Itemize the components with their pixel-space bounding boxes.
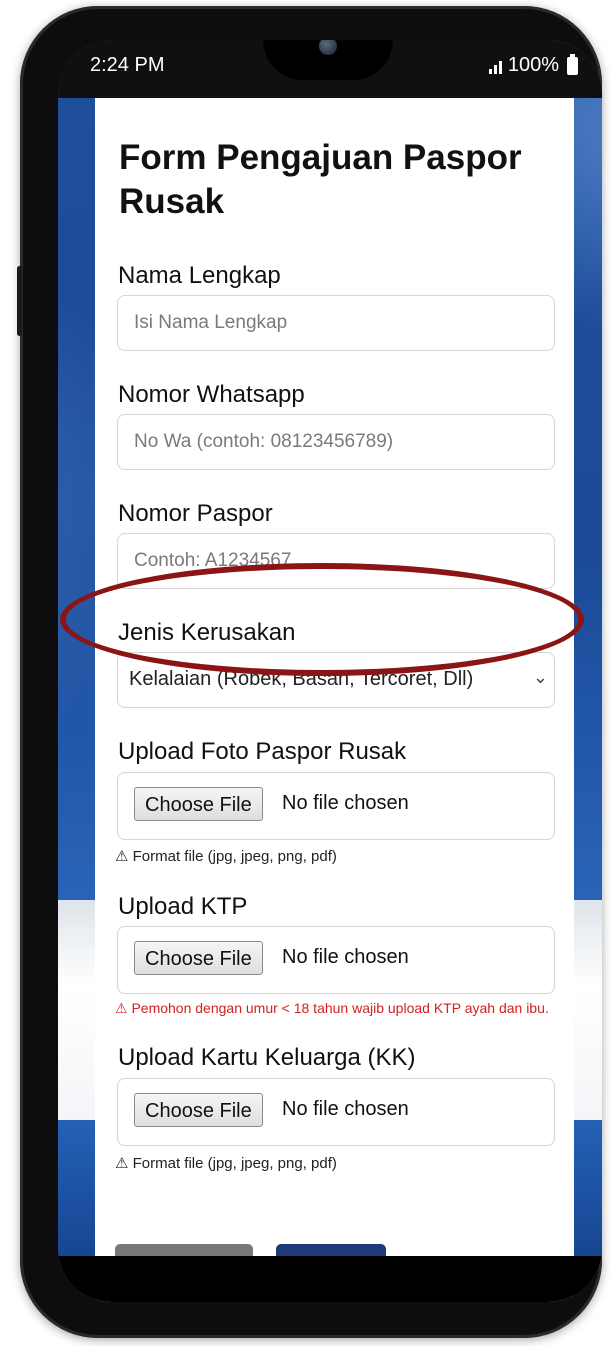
battery-icon	[567, 53, 578, 75]
nomor-paspor-placeholder: Contoh: A1234567	[134, 550, 292, 571]
battery-percentage: 100%	[507, 54, 559, 76]
chevron-down-icon: ⌄	[532, 667, 548, 687]
navigation-bar	[58, 1256, 602, 1302]
file-status: No file chosen	[282, 1098, 409, 1120]
choose-file-button[interactable]: Choose File	[134, 1093, 263, 1127]
format-hint: ⚠ Format file (jpg, jpeg, png, pdf)	[115, 848, 337, 865]
nomor-paspor-label: Nomor Paspor	[118, 500, 273, 527]
status-indicators: 100%	[488, 53, 578, 77]
jenis-kerusakan-selected: Kelalaian (Robek, Basah, Tercoret, Dll)	[129, 668, 474, 690]
nama-lengkap-placeholder: Isi Nama Lengkap	[134, 312, 288, 333]
upload-kk-field: Choose File No file chosen	[117, 1078, 555, 1146]
signal-bars-icon	[488, 58, 502, 74]
form-card: Form Pengajuan Paspor Rusak Nama Lengkap…	[95, 98, 574, 1302]
phone-screen: 2:24 PM 100% Form Pengajuan Paspor Rusak…	[58, 40, 602, 1302]
file-status: No file chosen	[282, 792, 409, 814]
nomor-paspor-input[interactable]: Contoh: A1234567	[117, 533, 555, 589]
ktp-warning: ⚠ Pemohon dengan umur < 18 tahun wajib u…	[115, 1000, 549, 1016]
format-hint: ⚠ Format file (jpg, jpeg, png, pdf)	[115, 1155, 337, 1172]
upload-ktp-label: Upload KTP	[118, 893, 248, 920]
status-bar: 2:24 PM 100%	[58, 40, 602, 98]
upload-foto-paspor-label: Upload Foto Paspor Rusak	[118, 738, 407, 765]
choose-file-button[interactable]: Choose File	[134, 941, 263, 975]
nomor-whatsapp-placeholder: No Wa (contoh: 08123456789)	[134, 431, 394, 452]
nomor-whatsapp-input[interactable]: No Wa (contoh: 08123456789)	[117, 414, 555, 470]
jenis-kerusakan-select[interactable]: Kelalaian (Robek, Basah, Tercoret, Dll) …	[117, 652, 555, 708]
phone-side-button	[17, 266, 22, 336]
upload-ktp-field: Choose File No file chosen	[117, 926, 555, 994]
jenis-kerusakan-label: Jenis Kerusakan	[118, 619, 296, 646]
nama-lengkap-label: Nama Lengkap	[118, 262, 281, 289]
page-title: Form Pengajuan Paspor Rusak	[119, 138, 522, 221]
upload-foto-paspor-field: Choose File No file chosen	[117, 772, 555, 840]
status-time: 2:24 PM	[90, 54, 165, 76]
choose-file-button[interactable]: Choose File	[134, 787, 263, 821]
upload-kk-label: Upload Kartu Keluarga (KK)	[118, 1044, 416, 1071]
nomor-whatsapp-label: Nomor Whatsapp	[118, 381, 305, 408]
file-status: No file chosen	[282, 946, 409, 968]
nama-lengkap-input[interactable]: Isi Nama Lengkap	[117, 295, 555, 351]
